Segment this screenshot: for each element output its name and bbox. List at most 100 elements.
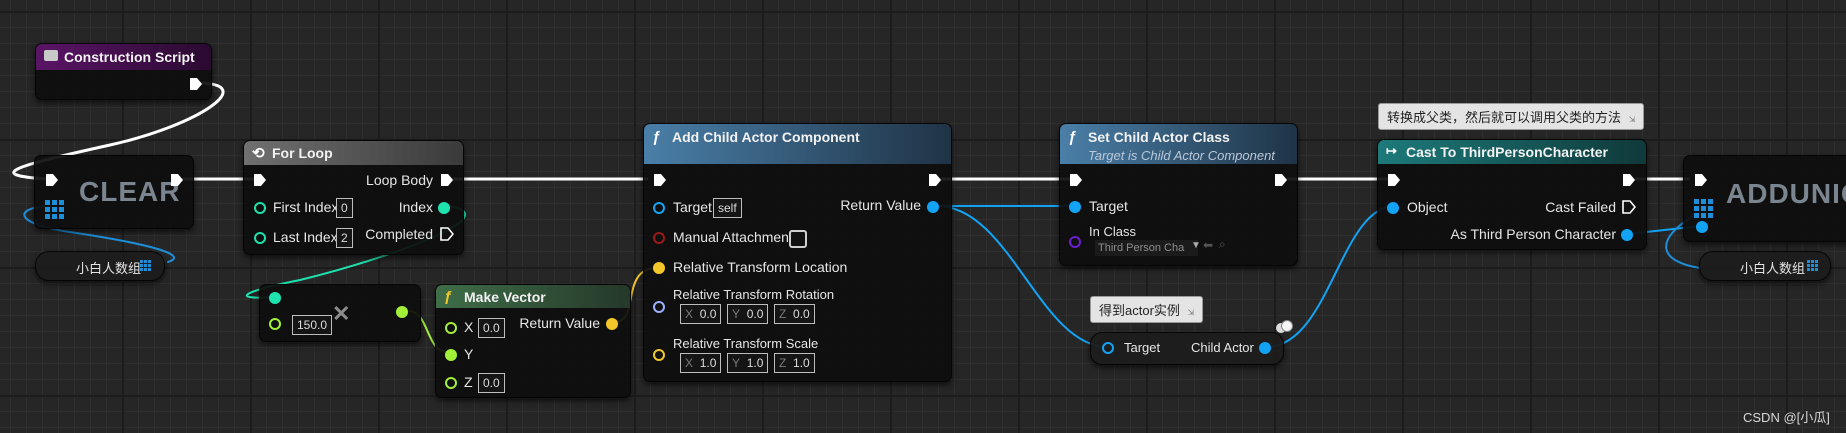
multiple-targets-icon <box>1276 320 1293 334</box>
child-actor-getter-node[interactable]: Target Child Actor <box>1090 332 1284 365</box>
array-pin-icon[interactable] <box>45 200 64 219</box>
manual-attachment-pin[interactable] <box>653 232 665 244</box>
z-field[interactable]: 0.0 <box>478 373 505 393</box>
array-variable-label: 小白人数组 <box>76 261 142 276</box>
exec-out-pin[interactable] <box>170 173 184 187</box>
rotation-z-field[interactable]: Z 0.0 <box>774 304 815 324</box>
add-child-actor-title: Add Child Actor Component <box>672 129 860 145</box>
float-input-pin[interactable] <box>269 318 281 330</box>
scale-x-field[interactable]: X 1.0 <box>680 353 722 373</box>
exec-out-pin[interactable] <box>1274 173 1288 187</box>
array-pin-icon[interactable] <box>140 260 151 271</box>
last-index-pin[interactable] <box>254 232 266 244</box>
array-variable-left[interactable]: 小白人数组 <box>35 251 165 281</box>
collapse-comment-icon[interactable]: ⇲ <box>1629 115 1636 124</box>
completed-exec-pin[interactable] <box>440 227 454 241</box>
cast-to-third-person-node[interactable]: ↦ Cast To ThirdPersonCharacter Object Ca… <box>1377 139 1647 250</box>
x-field[interactable]: 0.0 <box>478 318 505 338</box>
first-index-field[interactable]: 0 <box>336 198 353 218</box>
loop-icon: ⟲ <box>252 145 265 162</box>
rotation-label: Relative Transform Rotation <box>673 287 835 302</box>
clear-node[interactable]: CLEAR <box>34 155 194 229</box>
browse-search-icon[interactable]: ⌕ <box>1219 237 1226 252</box>
x-pin[interactable] <box>445 322 457 334</box>
target-label: Target <box>1089 198 1128 214</box>
y-pin[interactable] <box>445 349 457 361</box>
function-icon: ƒ <box>1068 129 1077 146</box>
add-unique-ghost-label: ADDUNIQU <box>1726 178 1846 209</box>
location-pin[interactable] <box>653 262 665 274</box>
add-unique-node[interactable]: ADDUNIQU <box>1683 155 1846 242</box>
manual-attachment-label: Manual Attachment <box>673 229 793 245</box>
watermark: CSDN @[小瓜] <box>1743 410 1830 425</box>
rotation-y-field[interactable]: Y 0.0 <box>727 304 769 324</box>
first-index-pin[interactable] <box>254 202 266 214</box>
exec-in-pin[interactable] <box>253 173 267 187</box>
array-variable-label: 小白人数组 <box>1740 261 1806 276</box>
clear-ghost-label: CLEAR <box>79 176 181 207</box>
rotation-pin[interactable] <box>653 301 665 313</box>
as-third-person-pin[interactable] <box>1621 229 1633 241</box>
multiplier-field[interactable]: 150.0 <box>292 315 333 335</box>
chevron-down-icon[interactable]: ▼ <box>1191 240 1201 251</box>
multiply-node[interactable]: 150.0 ✕ <box>259 284 421 342</box>
construction-script-title: Construction Script <box>64 49 195 65</box>
target-pin[interactable] <box>1069 201 1081 213</box>
collapse-comment-icon[interactable]: ⇲ <box>1188 308 1195 317</box>
array-variable-right[interactable]: 小白人数组 <box>1699 251 1831 281</box>
set-child-actor-class-node[interactable]: ƒ Set Child Actor Class Target is Child … <box>1059 123 1298 266</box>
rotation-x-field[interactable]: X 0.0 <box>680 304 722 324</box>
last-index-label: Last Index <box>273 229 338 245</box>
use-selected-arrow-icon[interactable]: ⬅ <box>1203 238 1213 252</box>
return-value-pin[interactable] <box>927 201 939 213</box>
z-pin[interactable] <box>445 377 457 389</box>
child-actor-output-pin[interactable] <box>1259 342 1271 354</box>
make-vector-node[interactable]: ƒ Make Vector X 0.0 Y Z 0.0 Return Value <box>435 284 631 398</box>
array-pin-icon[interactable] <box>1807 260 1818 271</box>
construction-script-node[interactable]: Construction Script <box>35 43 212 100</box>
target-self-field[interactable]: self <box>713 198 742 218</box>
function-entry-icon <box>44 50 58 61</box>
in-class-label: In Class <box>1089 224 1136 239</box>
exec-in-pin[interactable] <box>1069 173 1083 187</box>
make-vector-header: ƒ Make Vector <box>436 285 630 308</box>
return-value-label: Return Value <box>840 197 921 213</box>
construction-script-header: Construction Script <box>36 44 211 70</box>
manual-attachment-checkbox[interactable] <box>789 230 807 248</box>
last-index-field[interactable]: 2 <box>336 228 353 248</box>
for-loop-node[interactable]: ⟲ For Loop First Index 0 Last Index 2 Lo… <box>243 140 464 255</box>
cast-title: Cast To ThirdPersonCharacter <box>1406 144 1609 160</box>
target-pin[interactable] <box>653 202 665 214</box>
in-class-pin[interactable] <box>1069 236 1081 248</box>
exec-in-pin[interactable] <box>1387 173 1401 187</box>
scale-pin[interactable] <box>653 349 665 361</box>
add-child-actor-node[interactable]: ƒ Add Child Actor Component Target self … <box>643 123 952 382</box>
completed-label: Completed <box>365 226 433 242</box>
vector-output-pin[interactable] <box>606 318 618 330</box>
float-output-pin[interactable] <box>396 306 408 318</box>
loop-body-exec-pin[interactable] <box>440 173 454 187</box>
cast-failed-exec-pin[interactable] <box>1622 200 1636 214</box>
location-label: Relative Transform Location <box>673 259 848 275</box>
scale-y-field[interactable]: Y 1.0 <box>727 353 769 373</box>
index-pin[interactable] <box>438 202 450 214</box>
array-pin-icon[interactable] <box>1694 199 1713 218</box>
set-child-actor-class-title: Set Child Actor Class <box>1088 129 1230 145</box>
item-pin[interactable] <box>1696 221 1708 233</box>
cast-failed-label: Cast Failed <box>1545 199 1616 215</box>
x-label: X <box>464 319 474 335</box>
pure-function-icon: ƒ <box>444 288 453 305</box>
child-actor-comment-text: 得到actor实例 <box>1099 303 1180 318</box>
exec-in-pin[interactable] <box>653 173 667 187</box>
exec-out-pin[interactable] <box>189 77 203 91</box>
exec-out-pin[interactable] <box>1622 173 1636 187</box>
scale-z-field[interactable]: Z 1.0 <box>774 353 815 373</box>
child-actor-comment: 得到actor实例 ⇲ <box>1090 296 1204 323</box>
object-pin[interactable] <box>1387 202 1399 214</box>
in-class-dropdown[interactable]: Third Person Cha <box>1095 240 1198 256</box>
exec-in-pin[interactable] <box>45 173 59 187</box>
index-input-pin[interactable] <box>269 292 281 304</box>
exec-in-pin[interactable] <box>1694 173 1708 187</box>
exec-out-pin[interactable] <box>928 173 942 187</box>
getter-target-pin[interactable] <box>1102 342 1114 354</box>
